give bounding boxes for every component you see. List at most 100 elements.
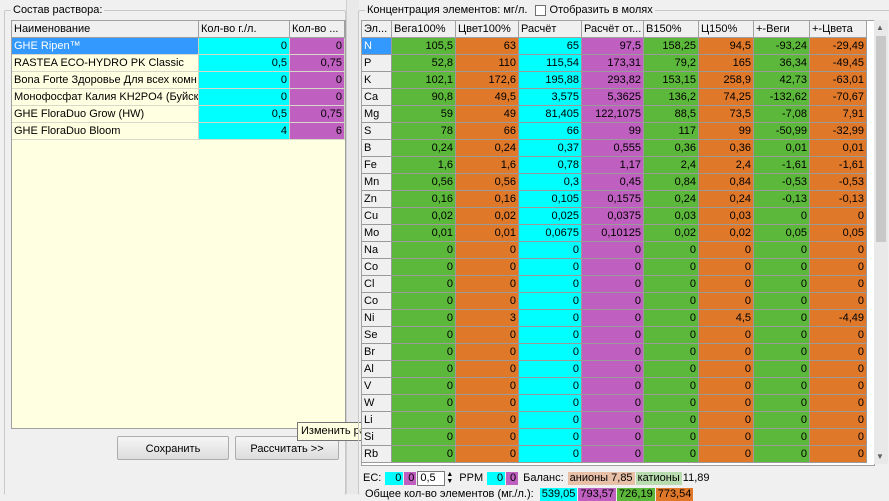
diff-vega-cell[interactable]: 0	[754, 429, 810, 446]
calc-cell[interactable]: 0	[519, 361, 582, 378]
calc-from-cell[interactable]: 0	[582, 361, 644, 378]
diff-bloom-cell[interactable]: 0	[810, 208, 867, 225]
element-row[interactable]: Al 0 0 0 0 0 0 0 0	[362, 361, 874, 378]
bloom100-cell[interactable]: 63	[456, 38, 519, 55]
vega100-cell[interactable]: 0	[392, 361, 456, 378]
quantity-cell[interactable]: 0	[290, 89, 345, 106]
calc-from-cell[interactable]: 0	[582, 395, 644, 412]
calc-cell[interactable]: 0	[519, 378, 582, 395]
bloom100-cell[interactable]: 0	[456, 293, 519, 310]
diff-bloom-cell[interactable]: 0	[810, 446, 867, 463]
show-in-moles-checkbox[interactable]	[534, 4, 546, 16]
bloom100-cell[interactable]: 0	[456, 242, 519, 259]
calc-cell[interactable]: 0,025	[519, 208, 582, 225]
calc-from-cell[interactable]: 0,0375	[582, 208, 644, 225]
calc-from-cell[interactable]: 122,1075	[582, 106, 644, 123]
column-header-quantity[interactable]: Кол-во ...	[290, 21, 345, 37]
element-cell[interactable]: Na	[362, 242, 392, 259]
diff-bloom-cell[interactable]: -1,61	[810, 157, 867, 174]
save-button[interactable]: Сохранить	[117, 436, 229, 460]
diff-vega-cell[interactable]: -0,13	[754, 191, 810, 208]
c150-cell[interactable]: 0,36	[699, 140, 754, 157]
diff-vega-cell[interactable]: 0	[754, 344, 810, 361]
column-header-grams-per-liter[interactable]: Кол-во г./л.	[199, 21, 290, 37]
calc-cell[interactable]: 0,0675	[519, 225, 582, 242]
calc-from-cell[interactable]: 0,555	[582, 140, 644, 157]
column-header-diff-bloom[interactable]: +-Цвета	[810, 21, 867, 38]
bloom100-cell[interactable]: 66	[456, 123, 519, 140]
v150-cell[interactable]: 79,2	[644, 55, 699, 72]
c150-cell[interactable]: 0,03	[699, 208, 754, 225]
v150-cell[interactable]: 0	[644, 242, 699, 259]
diff-vega-cell[interactable]: -93,24	[754, 38, 810, 55]
quantity-cell[interactable]: 0	[290, 72, 345, 89]
diff-bloom-cell[interactable]: -0,13	[810, 191, 867, 208]
c150-cell[interactable]: 0,24	[699, 191, 754, 208]
v150-cell[interactable]: 0	[644, 412, 699, 429]
column-header-element[interactable]: Эл...	[362, 21, 392, 38]
v150-cell[interactable]: 0	[644, 446, 699, 463]
vega100-cell[interactable]: 0	[392, 242, 456, 259]
diff-vega-cell[interactable]: 0	[754, 361, 810, 378]
quantity-cell[interactable]: 0	[290, 38, 345, 55]
vega100-cell[interactable]: 0,01	[392, 225, 456, 242]
diff-bloom-cell[interactable]: -63,01	[810, 72, 867, 89]
diff-bloom-cell[interactable]: 7,91	[810, 106, 867, 123]
vega100-cell[interactable]: 0,16	[392, 191, 456, 208]
bloom100-cell[interactable]: 3	[456, 310, 519, 327]
element-cell[interactable]: Li	[362, 412, 392, 429]
bloom100-cell[interactable]: 0	[456, 429, 519, 446]
bloom100-cell[interactable]: 0	[456, 259, 519, 276]
element-concentration-grid[interactable]: Эл... Вега100% Цвет100% Расчёт Расчёт от…	[361, 20, 875, 466]
element-cell[interactable]: B	[362, 140, 392, 157]
diff-bloom-cell[interactable]: -29,49	[810, 38, 867, 55]
diff-vega-cell[interactable]: 0	[754, 378, 810, 395]
vega100-cell[interactable]: 90,8	[392, 89, 456, 106]
c150-cell[interactable]: 99	[699, 123, 754, 140]
element-cell[interactable]: Co	[362, 293, 392, 310]
v150-cell[interactable]: 0	[644, 429, 699, 446]
show-in-moles-label[interactable]: Отобразить в молях	[550, 4, 653, 16]
diff-bloom-cell[interactable]: 0	[810, 429, 867, 446]
element-cell[interactable]: Mo	[362, 225, 392, 242]
vega100-cell[interactable]: 0	[392, 378, 456, 395]
bloom100-cell[interactable]: 0,24	[456, 140, 519, 157]
column-header-c150[interactable]: Ц150%	[699, 21, 754, 38]
c150-cell[interactable]: 165	[699, 55, 754, 72]
c150-cell[interactable]: 4,5	[699, 310, 754, 327]
bloom100-cell[interactable]: 1,6	[456, 157, 519, 174]
element-cell[interactable]: Co	[362, 259, 392, 276]
element-cell[interactable]: V	[362, 378, 392, 395]
element-row[interactable]: Co 0 0 0 0 0 0 0 0	[362, 293, 874, 310]
bloom100-cell[interactable]: 0	[456, 344, 519, 361]
diff-vega-cell[interactable]: 0	[754, 395, 810, 412]
c150-cell[interactable]: 0	[699, 293, 754, 310]
c150-cell[interactable]: 0,02	[699, 225, 754, 242]
v150-cell[interactable]: 0,24	[644, 191, 699, 208]
v150-cell[interactable]: 0	[644, 344, 699, 361]
element-cell[interactable]: Si	[362, 429, 392, 446]
calc-cell[interactable]: 0	[519, 242, 582, 259]
v150-cell[interactable]: 0	[644, 327, 699, 344]
bloom100-cell[interactable]: 0	[456, 276, 519, 293]
v150-cell[interactable]: 136,2	[644, 89, 699, 106]
c150-cell[interactable]: 0	[699, 395, 754, 412]
calc-from-cell[interactable]: 0	[582, 310, 644, 327]
vega100-cell[interactable]: 0,02	[392, 208, 456, 225]
diff-bloom-cell[interactable]: 0	[810, 412, 867, 429]
vega100-cell[interactable]: 105,5	[392, 38, 456, 55]
bloom100-cell[interactable]: 0	[456, 395, 519, 412]
diff-vega-cell[interactable]: 0	[754, 446, 810, 463]
diff-vega-cell[interactable]: 0	[754, 327, 810, 344]
calc-from-cell[interactable]: 0	[582, 276, 644, 293]
column-header-calc[interactable]: Расчёт	[519, 21, 582, 38]
calc-from-cell[interactable]: 0,45	[582, 174, 644, 191]
element-cell[interactable]: Rb	[362, 446, 392, 463]
v150-cell[interactable]: 88,5	[644, 106, 699, 123]
element-row[interactable]: Br 0 0 0 0 0 0 0 0	[362, 344, 874, 361]
calc-cell[interactable]: 195,88	[519, 72, 582, 89]
diff-bloom-cell[interactable]: -0,53	[810, 174, 867, 191]
diff-vega-cell[interactable]: 0,01	[754, 140, 810, 157]
diff-bloom-cell[interactable]: 0	[810, 344, 867, 361]
bloom100-cell[interactable]: 0,01	[456, 225, 519, 242]
